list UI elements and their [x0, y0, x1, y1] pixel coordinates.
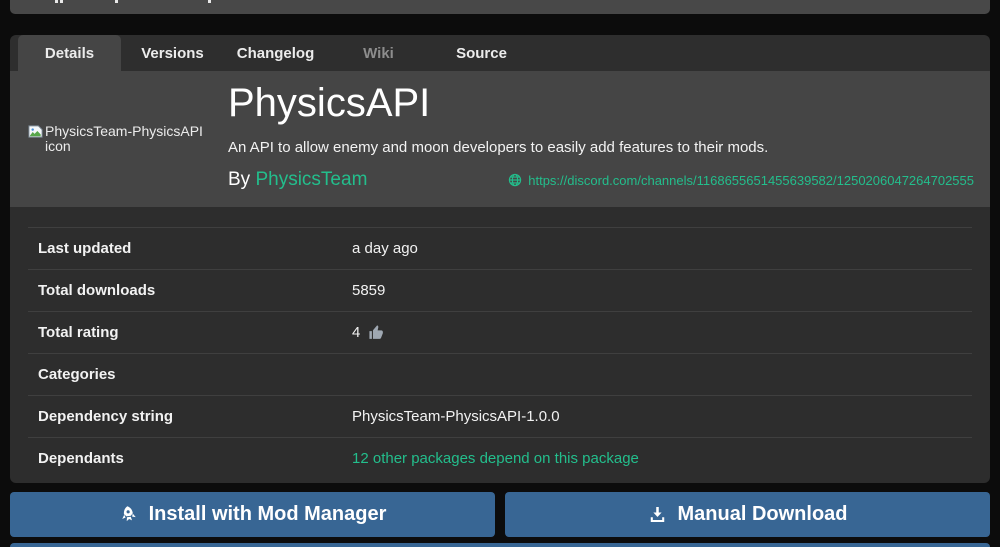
package-icon-alt-text: PhysicsTeam-PhysicsAPI icon: [45, 123, 203, 154]
table-row-dependants: Dependants 12 other packages depend on t…: [28, 437, 972, 479]
byline-row: By PhysicsTeam https://discord.com/chann…: [228, 169, 990, 191]
row-value-rating: 4: [352, 324, 385, 341]
tab-versions[interactable]: Versions: [121, 35, 224, 71]
manual-download-button[interactable]: Manual Download: [505, 492, 990, 537]
mod-page: Details Versions Changelog Wiki Source P…: [0, 0, 1000, 547]
tab-source[interactable]: Source: [430, 35, 533, 71]
download-icon: [648, 505, 667, 524]
package-header: PhysicsTeam-PhysicsAPI icon PhysicsAPI A…: [10, 71, 990, 207]
cutoff-bottom-button[interactable]: [10, 543, 990, 547]
tab-wiki: Wiki: [363, 44, 394, 62]
tab-details[interactable]: Details: [18, 35, 121, 71]
table-row-last-updated: Last updated a day ago: [28, 227, 972, 269]
cutoff-text-mark: [60, 0, 63, 3]
row-label: Last updated: [38, 240, 132, 257]
dependants-link[interactable]: 12 other packages depend on this package: [352, 450, 639, 467]
author-link[interactable]: PhysicsTeam: [255, 169, 367, 190]
cutoff-breadcrumb-bar: [10, 0, 990, 14]
action-buttons: Install with Mod Manager Manual Download: [10, 492, 990, 537]
row-label: Total downloads: [38, 282, 156, 299]
package-card: Details Versions Changelog Wiki Source P…: [10, 35, 990, 483]
rating-count: 4: [352, 324, 361, 341]
by-label: By: [228, 169, 251, 190]
package-details-table: Last updated a day ago Total downloads 5…: [10, 207, 990, 483]
download-button-label: Manual Download: [677, 503, 848, 525]
package-description: An API to allow enemy and moon developer…: [228, 139, 769, 156]
website-link[interactable]: https://discord.com/channels/11686556514…: [508, 173, 974, 188]
row-value: a day ago: [352, 240, 418, 257]
cutoff-text-mark: [208, 0, 211, 3]
row-label: Categories: [38, 366, 116, 383]
row-label: Dependants: [38, 450, 124, 467]
globe-icon: [508, 173, 522, 187]
install-button-label: Install with Mod Manager: [148, 503, 387, 525]
package-icon-column: PhysicsTeam-PhysicsAPI icon: [10, 71, 228, 207]
package-title: PhysicsAPI: [228, 81, 431, 125]
table-row-dependency-string: Dependency string PhysicsTeam-PhysicsAPI…: [28, 395, 972, 437]
table-row-total-downloads: Total downloads 5859: [28, 269, 972, 311]
install-with-mod-manager-button[interactable]: Install with Mod Manager: [10, 492, 495, 537]
cutoff-text-mark: [115, 0, 118, 3]
tab-changelog[interactable]: Changelog: [224, 35, 327, 71]
package-info-column: PhysicsAPI An API to allow enemy and moo…: [228, 71, 990, 207]
byline: By PhysicsTeam: [228, 169, 367, 191]
rocket-icon: [119, 505, 138, 524]
row-label: Dependency string: [38, 408, 174, 425]
thumbs-up-icon[interactable]: [368, 324, 385, 341]
package-icon-broken-image: PhysicsTeam-PhysicsAPI icon: [28, 124, 228, 154]
table-row-total-rating: Total rating 4: [28, 311, 972, 353]
broken-image-icon: [28, 124, 43, 139]
row-value: 5859: [352, 282, 386, 299]
row-value: PhysicsTeam-PhysicsAPI-1.0.0: [352, 408, 560, 425]
website-url-text: https://discord.com/channels/11686556514…: [528, 172, 974, 188]
table-row-categories: Categories: [28, 353, 972, 395]
package-tabs: Details Versions Changelog Wiki Source: [10, 35, 990, 71]
row-label: Total rating: [38, 324, 119, 341]
cutoff-text-mark: [55, 0, 58, 3]
